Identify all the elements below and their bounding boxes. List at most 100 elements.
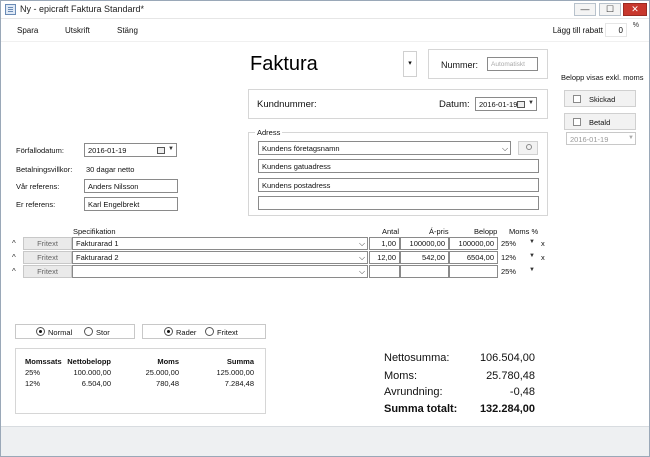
vat-row-netto: 100.000,00 [73, 368, 111, 377]
address-extra-input[interactable] [258, 196, 539, 210]
row-apris-input[interactable] [400, 265, 449, 278]
row-antal-input[interactable]: 1,00 [369, 237, 400, 250]
vat-row-summa: 7.284,48 [224, 379, 254, 388]
discount-label: Lägg till rabatt [552, 26, 603, 35]
menu-stang[interactable]: Stäng [117, 26, 138, 35]
skickad-toggle[interactable]: Skickad [564, 90, 636, 107]
move-up-icon[interactable]: ^ [12, 239, 16, 248]
maximize-button[interactable]: ☐ [599, 3, 621, 16]
fritext-button[interactable]: Fritext [23, 251, 72, 264]
document-type-title: Faktura [250, 53, 318, 75]
row-moms-select[interactable]: 12% [501, 253, 516, 262]
row-spec-input[interactable]: Fakturarad 1 [72, 237, 368, 250]
col-antal: Antal [382, 227, 400, 236]
betald-date-input[interactable]: 2016-01-19 [566, 132, 636, 145]
nummer-panel: Nummer: Automatiskt [428, 49, 548, 79]
chevron-down-icon[interactable]: ⌵ [359, 239, 365, 249]
vat-row-summa: 125.000,00 [216, 368, 254, 377]
kundnummer-label: Kundnummer: [257, 99, 317, 110]
moms-value: 25.780,48 [486, 370, 535, 382]
row-remove-button[interactable]: x [541, 253, 545, 262]
chevron-down-icon[interactable]: ▼ [168, 146, 174, 152]
menu-spara[interactable]: Spara [17, 26, 38, 35]
betald-checkbox[interactable] [573, 118, 581, 126]
calendar-icon[interactable] [517, 101, 525, 108]
stor-radio[interactable] [84, 327, 93, 336]
row-moms-select[interactable]: 25% [501, 239, 516, 248]
mode-radio-group: Rader Fritext [142, 324, 266, 339]
chevron-down-icon[interactable]: ⌵ [359, 267, 365, 277]
move-up-icon[interactable]: ^ [12, 253, 16, 262]
minimize-button[interactable]: — [574, 3, 596, 16]
row-antal-input[interactable]: 12,00 [369, 251, 400, 264]
rader-radio[interactable] [164, 327, 173, 336]
forfallodatum-label: Förfallodatum: [16, 146, 64, 155]
menu-bar: Spara Utskrift Stäng Lägg till rabatt 0 … [1, 20, 649, 42]
belopp-note: Belopp visas exkl. moms [561, 73, 644, 82]
er-referens-input[interactable]: Karl Engelbrekt [84, 197, 178, 211]
row-remove-button[interactable]: x [541, 239, 545, 248]
vat-header-momssats: Momssats [25, 357, 62, 366]
moms-label: Moms: [384, 370, 417, 382]
window-title: Ny - epicraft Faktura Standard* [20, 4, 145, 14]
address-company-select[interactable]: Kundens företagsnamn [258, 141, 511, 155]
menu-utskrift[interactable]: Utskrift [65, 26, 90, 35]
avrundning-value: -0,48 [509, 386, 535, 398]
summa-totalt-value: 132.284,00 [479, 403, 535, 415]
row-apris-input[interactable]: 542,00 [400, 251, 449, 264]
netto-label: Nettosumma: [384, 352, 450, 364]
chevron-down-icon[interactable]: ▼ [529, 253, 535, 259]
datum-label: Datum: [439, 99, 470, 110]
var-referens-label: Vår referens: [16, 182, 60, 191]
stor-label: Stor [96, 328, 110, 337]
document-type-dropdown[interactable]: ▾ [403, 51, 417, 77]
fritext-label: Fritext [217, 328, 238, 337]
fritext-radio[interactable] [205, 327, 214, 336]
row-belopp-value: 100000,00 [449, 237, 498, 250]
chevron-down-icon[interactable]: ▼ [628, 135, 634, 141]
chevron-down-icon[interactable]: ⌵ [359, 253, 365, 263]
fritext-button[interactable]: Fritext [23, 265, 72, 278]
customer-panel: Kundnummer: Datum: 2016-01-19 ▼ [248, 89, 548, 119]
normal-radio[interactable] [36, 327, 45, 336]
col-specifikation: Specifikation [73, 227, 116, 236]
skickad-label: Skickad [589, 95, 616, 104]
row-spec-input[interactable]: Fakturarad 2 [72, 251, 368, 264]
var-referens-input[interactable]: Anders Nilsson [84, 179, 178, 193]
app-icon [5, 4, 16, 15]
netto-value: 106.504,00 [479, 352, 535, 364]
row-moms-select[interactable]: 25% [501, 267, 516, 276]
move-up-icon[interactable]: ^ [12, 267, 16, 276]
betalningsvillkor-label: Betalningsvillkor: [16, 165, 73, 174]
vat-header-moms: Moms [157, 357, 179, 366]
betalningsvillkor-value[interactable]: 30 dagar netto [86, 165, 134, 174]
col-belopp: Belopp [474, 227, 498, 236]
title-bar: Ny - epicraft Faktura Standard* — ☐ ✕ [1, 1, 649, 19]
address-street-input[interactable]: Kundens gatuadress [258, 159, 539, 173]
fritext-button[interactable]: Fritext [23, 237, 72, 250]
discount-input[interactable]: 0 [605, 23, 627, 37]
customer-lookup-button[interactable] [518, 141, 538, 155]
skickad-checkbox[interactable] [573, 95, 581, 103]
betald-toggle[interactable]: Betald [564, 113, 636, 130]
address-panel: Adress Kundens företagsnamn ⌵ Kundens ga… [248, 128, 548, 216]
row-antal-input[interactable] [369, 265, 400, 278]
address-postal-input[interactable]: Kundens postadress [258, 178, 539, 192]
normal-label: Normal [48, 328, 73, 337]
chevron-down-icon[interactable]: ⌵ [502, 144, 508, 154]
nummer-input[interactable]: Automatiskt [487, 57, 538, 71]
nummer-label: Nummer: [441, 60, 479, 70]
row-spec-input[interactable] [72, 265, 368, 278]
col-apris: Á-pris [429, 227, 449, 236]
row-apris-input[interactable]: 100000,00 [400, 237, 449, 250]
close-button[interactable]: ✕ [623, 3, 647, 16]
row-belopp-value [449, 265, 498, 278]
calendar-icon[interactable] [157, 147, 165, 154]
chevron-down-icon[interactable]: ▼ [529, 239, 535, 245]
vat-row-moms: 780,48 [156, 379, 179, 388]
er-referens-label: Er referens: [16, 200, 56, 209]
chevron-down-icon[interactable]: ▼ [529, 267, 535, 273]
size-radio-group: Normal Stor [15, 324, 135, 339]
chevron-down-icon[interactable]: ▼ [528, 100, 534, 106]
address-label: Adress [255, 128, 283, 137]
